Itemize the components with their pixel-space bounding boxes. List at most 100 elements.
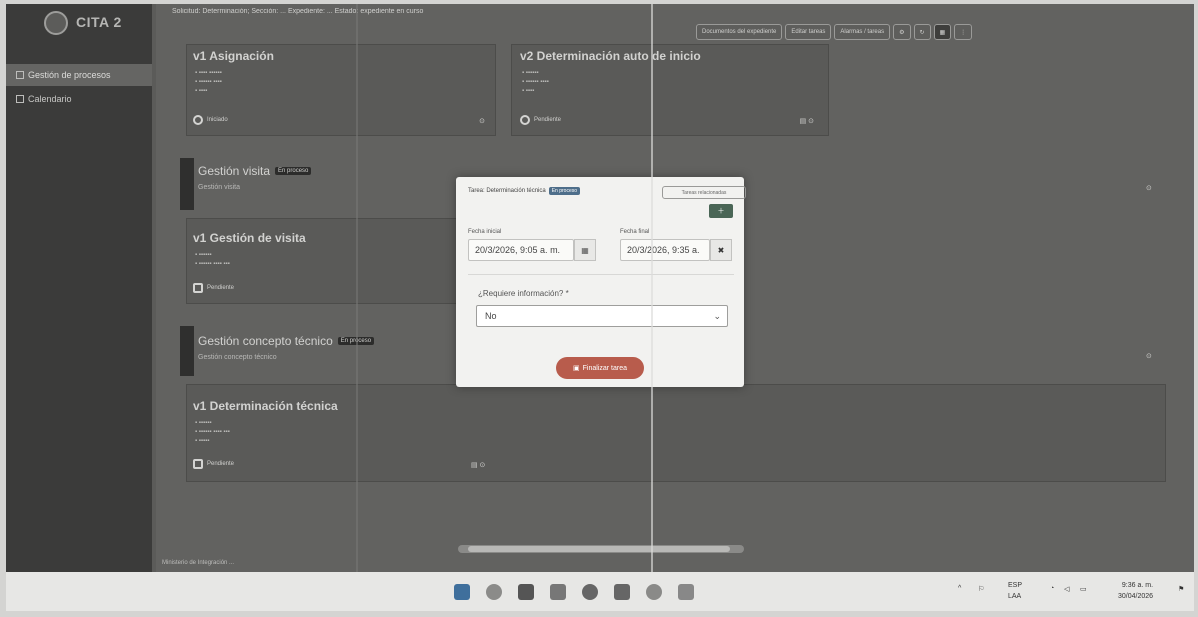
task-state-label: Iniciado — [207, 117, 228, 123]
photo-frame: CITA 2 Gestión de procesos Calendario So… — [6, 4, 1194, 611]
sidebar: CITA 2 Gestión de procesos Calendario — [6, 4, 152, 572]
gear-icon[interactable]: ⚙ — [893, 24, 911, 40]
status-badge: En proceso — [548, 187, 581, 195]
group-title-gestion-visita: Gestión visita En proceso — [198, 164, 312, 178]
task-card-asignacion[interactable]: v1 Asignación ▪ ▪▪▪▪ ▪▪▪▪▪▪ ▪ ▪▪▪▪▪▪ ▪▪▪▪… — [186, 44, 496, 136]
clock-time: 9:36 a. m. — [1121, 582, 1154, 589]
refresh-icon[interactable]: ↻ — [913, 24, 931, 40]
task-card-details: ▪ ▪▪▪▪ ▪▪▪▪▪▪ ▪ ▪▪▪▪▪▪ ▪▪▪▪ ▪ ▪▪▪▪ — [195, 70, 222, 94]
status-badge: En proceso — [275, 167, 312, 175]
toolbar: Documentos del expediente Editar tareas … — [696, 24, 973, 40]
start-icon[interactable] — [454, 584, 470, 600]
related-tasks-button[interactable]: Tareas relacionadas — [662, 186, 746, 199]
info-icon[interactable]: ⊙ — [479, 117, 485, 125]
network-icon[interactable]: ⚐ — [978, 585, 984, 593]
task-state: Iniciado — [193, 115, 228, 125]
sidebar-item-label: Calendario — [28, 94, 72, 104]
hourglass-icon — [193, 459, 203, 469]
chrome-icon[interactable] — [486, 584, 502, 600]
language-indicator[interactable]: ESP LAA — [1008, 580, 1022, 602]
task-card-title: v1 Determinación técnica — [193, 399, 338, 413]
group-subtitle: Gestión concepto técnico — [198, 354, 277, 361]
task-card-gestion-visita[interactable]: v1 Gestión de visita ▪ ▪▪▪▪▪▪ ▪ ▪▪▪▪▪▪ ▪▪… — [186, 218, 476, 304]
chevron-down-icon: ⌄ — [713, 311, 721, 321]
check-circle-icon — [193, 115, 203, 125]
group-info-icon[interactable]: ⊙ — [1146, 184, 1152, 192]
notification-icon[interactable]: ⚑ — [1178, 585, 1184, 593]
photo-artifact-line — [356, 4, 358, 611]
battery-icon[interactable]: ▭ — [1080, 585, 1087, 593]
chevron-up-icon[interactable]: ^ — [958, 585, 961, 592]
store-icon[interactable] — [518, 584, 534, 600]
hourglass-icon — [193, 283, 203, 293]
group-collapse-handle[interactable] — [180, 326, 194, 376]
windows-taskbar: ^ ⚐ ESP LAA ◔ ◁ ▭ 9:36 a. m. 30/04/2026 … — [6, 572, 1194, 611]
calendar-icon[interactable]: ▦ — [574, 239, 596, 261]
finish-task-button[interactable]: ▣ Finalizar tarea — [556, 357, 644, 379]
task-state-label: Pendiente — [207, 285, 235, 291]
task-state-label: Pendiente — [534, 117, 562, 123]
app-title: CITA 2 — [76, 14, 122, 30]
modal-task-header: Tarea: Determinación técnica En proceso — [468, 187, 581, 195]
editar-tareas-button[interactable]: Editar tareas — [785, 24, 832, 40]
group-title-concepto: Gestión concepto técnico En proceso — [198, 334, 375, 348]
hp-icon[interactable] — [646, 584, 662, 600]
scrollbar-thumb[interactable] — [468, 546, 730, 552]
clock[interactable]: 9:36 a. m. 30/04/2026 — [1118, 580, 1153, 602]
add-button[interactable]: ＋ — [709, 204, 733, 218]
group-info-icon[interactable]: ⊙ — [1146, 352, 1152, 360]
task-modal: Tarea: Determinación técnica En proceso … — [456, 177, 746, 387]
horizontal-scrollbar[interactable] — [458, 545, 744, 553]
requires-info-label: ¿Requiere información? * — [478, 289, 569, 298]
grid-icon[interactable]: ▦ — [933, 24, 952, 40]
task-card-determinacion-auto[interactable]: v2 Determinación auto de inicio ▪ ▪▪▪▪▪▪… — [511, 44, 829, 136]
select-value: No — [485, 311, 497, 321]
start-date-field[interactable]: 20/3/2026, 9:05 a. m. — [468, 239, 574, 261]
end-date-label: Fecha final — [620, 229, 650, 235]
alarmas-button[interactable]: Alarmas / tareas — [834, 24, 891, 40]
expediente-info: Solicitud: Determinación; Sección: ... E… — [172, 8, 424, 15]
save-icon: ▣ — [573, 365, 580, 372]
volume-icon[interactable]: ◁ — [1064, 585, 1069, 593]
task-card-title: v1 Gestión de visita — [193, 231, 306, 245]
footer-text: Ministerio de Integración ... — [162, 560, 235, 566]
pen-icon[interactable] — [678, 584, 694, 600]
group-subtitle: Gestión visita — [198, 184, 241, 191]
clear-icon[interactable]: ✖ — [710, 239, 732, 261]
group-title-text: Gestión concepto técnico — [198, 334, 333, 348]
end-date-field[interactable]: 20/3/2026, 9:35 a. — [620, 239, 710, 261]
check-circle-icon — [520, 115, 530, 125]
list-icon[interactable]: ▤ ⊙ — [471, 461, 485, 469]
task-card-details: ▪ ▪▪▪▪▪▪ ▪ ▪▪▪▪▪▪ ▪▪▪▪ ▪▪▪ — [195, 252, 230, 267]
task-card-details: ▪ ▪▪▪▪▪▪ ▪ ▪▪▪▪▪▪ ▪▪▪▪ ▪ ▪▪▪▪ — [522, 70, 549, 94]
calendar-icon — [16, 95, 24, 103]
group-title-text: Gestión visita — [198, 164, 271, 178]
more-icon[interactable]: ⋮ — [954, 24, 973, 40]
sidebar-item-label: Gestión de procesos — [28, 70, 111, 80]
mail-icon[interactable] — [614, 584, 630, 600]
requires-info-select[interactable]: No ⌄ — [476, 305, 728, 327]
clock-date: 30/04/2026 — [1118, 593, 1154, 600]
task-card-determinacion-tecnica[interactable]: v1 Determinación técnica ▪ ▪▪▪▪▪▪ ▪ ▪▪▪▪▪… — [186, 384, 1166, 482]
wifi-icon[interactable]: ◔ — [1050, 585, 1054, 592]
divider — [468, 274, 734, 275]
task-card-title: v1 Asignación — [193, 49, 274, 63]
finish-task-label: Finalizar tarea — [582, 364, 627, 372]
file-explorer-icon[interactable] — [550, 584, 566, 600]
task-card-title: v2 Determinación auto de inicio — [520, 49, 701, 63]
group-collapse-handle[interactable] — [180, 158, 194, 210]
app-logo-icon — [44, 11, 68, 35]
documentos-button[interactable]: Documentos del expediente — [696, 24, 783, 40]
keyboard-layout: LAA — [1008, 593, 1022, 600]
list-icon[interactable]: ▤ ⊙ — [800, 117, 814, 125]
sidebar-item-gestion-procesos[interactable]: Gestión de procesos — [6, 64, 152, 86]
task-state: Pendiente — [193, 283, 234, 293]
sidebar-item-calendario[interactable]: Calendario — [6, 88, 152, 110]
task-card-details: ▪ ▪▪▪▪▪▪ ▪ ▪▪▪▪▪▪ ▪▪▪▪ ▪▪▪ ▪ ▪▪▪▪▪ — [195, 420, 230, 444]
task-state: Pendiente — [520, 115, 561, 125]
start-date-label: Fecha inicial — [468, 229, 502, 235]
edge-icon[interactable] — [582, 584, 598, 600]
process-icon — [16, 71, 24, 79]
modal-task-label: Tarea: Determinación técnica — [468, 188, 546, 194]
task-state: Pendiente — [193, 459, 234, 469]
